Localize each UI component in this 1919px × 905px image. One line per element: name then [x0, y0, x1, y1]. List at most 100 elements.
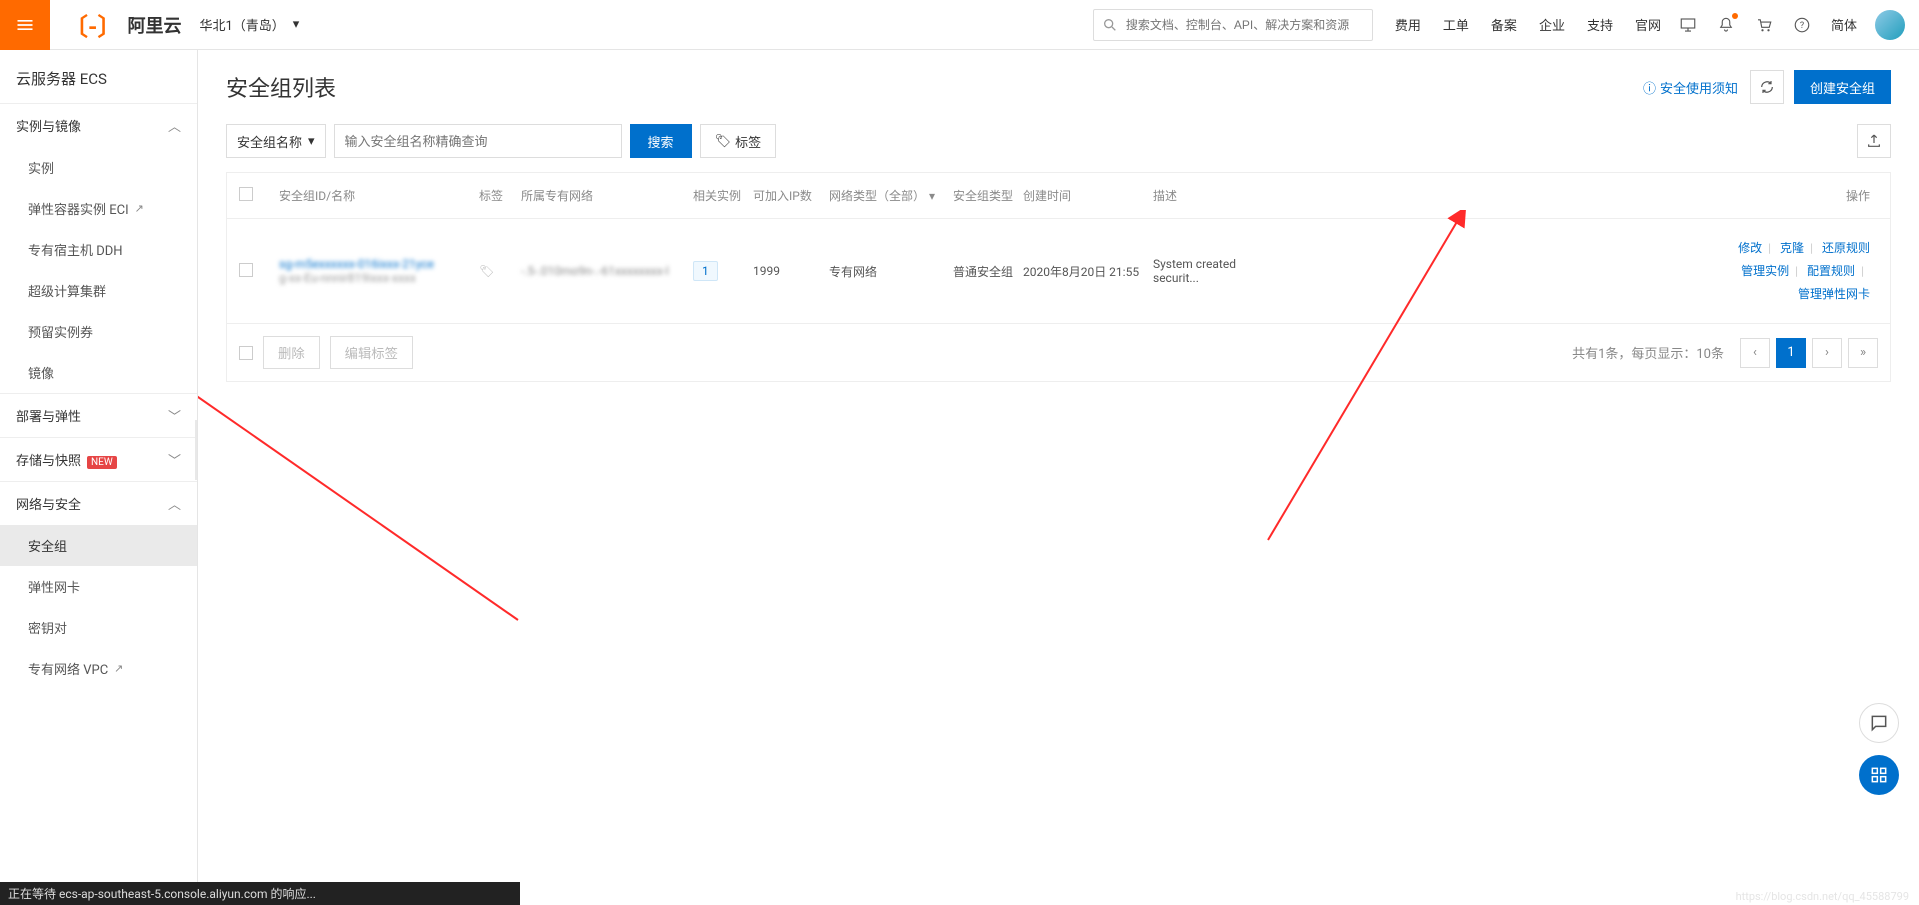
- create-security-group-button[interactable]: 创建安全组: [1794, 70, 1891, 104]
- side-head-instances[interactable]: 实例与镜像 ︿: [0, 104, 197, 147]
- bell-icon[interactable]: [1717, 16, 1735, 34]
- col-tag: 标签: [479, 187, 521, 204]
- op-manage-instance[interactable]: 管理实例: [1741, 264, 1789, 278]
- logo[interactable]: 〔-〕 阿里云: [64, 7, 181, 42]
- nav-beian[interactable]: 备案: [1491, 15, 1517, 34]
- side-item-eni[interactable]: 弹性网卡: [0, 566, 197, 607]
- tag-icon[interactable]: 🏷: [479, 264, 494, 278]
- side-item-label: 镜像: [28, 363, 54, 382]
- side-item-eci[interactable]: 弹性容器实例 ECI↗: [0, 188, 197, 229]
- page-prev[interactable]: ‹: [1740, 338, 1770, 368]
- side-item-label: 弹性容器实例 ECI: [28, 199, 129, 218]
- global-search-input[interactable]: [1126, 10, 1372, 40]
- lang-switch[interactable]: 简体: [1831, 15, 1857, 34]
- side-item-ddh[interactable]: 专有宿主机 DDH: [0, 229, 197, 270]
- export-button[interactable]: [1857, 124, 1891, 158]
- edit-tag-button[interactable]: 编辑标签: [330, 336, 413, 369]
- sg-name: g-xx-Eu-nnnir819ixxx-xxxx: [279, 271, 416, 285]
- side-head-label: 存储与快照NEW: [16, 450, 117, 469]
- search-button[interactable]: 搜索: [630, 124, 692, 158]
- delete-button[interactable]: 删除: [263, 336, 320, 369]
- cart-icon[interactable]: [1755, 16, 1773, 34]
- op-restore[interactable]: 还原规则: [1822, 241, 1870, 255]
- chat-button[interactable]: [1859, 703, 1899, 743]
- help-link[interactable]: ⓘ 安全使用须知: [1643, 78, 1738, 97]
- nav-support[interactable]: 支持: [1587, 15, 1613, 34]
- page-next[interactable]: ›: [1812, 338, 1842, 368]
- export-icon: [1866, 133, 1882, 149]
- col-desc: 描述: [1153, 187, 1283, 204]
- user-avatar[interactable]: [1875, 10, 1905, 40]
- side-item-securitygroup[interactable]: 安全组: [0, 525, 197, 566]
- help-icon[interactable]: ?: [1793, 16, 1811, 34]
- nav-ticket[interactable]: 工单: [1443, 15, 1469, 34]
- nav-fee[interactable]: 费用: [1395, 15, 1421, 34]
- side-head-deploy[interactable]: 部署与弹性 ﹀: [0, 394, 197, 437]
- footer-select-all-checkbox[interactable]: [239, 346, 253, 360]
- svg-text:?: ?: [1800, 21, 1804, 31]
- sort-icon: ▾: [929, 189, 935, 203]
- select-all-checkbox[interactable]: [239, 187, 253, 201]
- ctime-value: 2020年8月20日 21:55: [1023, 263, 1153, 280]
- side-head-label: 部署与弹性: [16, 406, 81, 425]
- table-header: 安全组ID/名称 标签 所属专有网络 相关实例 可加入IP数 网络类型（全部）▾…: [227, 173, 1890, 219]
- watermark: https://blog.csdn.net/qq_45588799: [1736, 890, 1909, 903]
- help-label: 安全使用须知: [1660, 78, 1738, 97]
- col-grouptype: 安全组类型: [953, 187, 1023, 204]
- chevron-down-icon: ﹀: [168, 450, 181, 469]
- tag-filter-button[interactable]: 🏷 标签: [700, 124, 777, 158]
- row-checkbox[interactable]: [239, 263, 253, 277]
- side-item-label: 专有网络 VPC: [28, 659, 108, 678]
- chevron-up-icon: ︿: [168, 494, 181, 513]
- op-modify[interactable]: 修改: [1738, 241, 1762, 255]
- col-ops: 操作: [1283, 187, 1878, 204]
- side-head-storage[interactable]: 存储与快照NEW ﹀: [0, 438, 197, 481]
- side-head-label: 实例与镜像: [16, 116, 81, 135]
- desc-value: System created securit...: [1153, 257, 1283, 285]
- side-item-reserved[interactable]: 预留实例券: [0, 311, 197, 352]
- refresh-button[interactable]: [1750, 70, 1784, 104]
- external-link-icon: ↗: [114, 662, 123, 675]
- logo-bracket-icon: 〔-〕: [64, 7, 121, 42]
- side-item-vpc[interactable]: 专有网络 VPC ↗: [0, 648, 197, 689]
- side-item-supercluster[interactable]: 超级计算集群: [0, 270, 197, 311]
- chevron-down-icon: ﹀: [168, 406, 181, 425]
- monitor-icon[interactable]: [1679, 16, 1697, 34]
- nav-site[interactable]: 官网: [1635, 15, 1661, 34]
- nettype-value: 专有网络: [829, 263, 953, 280]
- filter-input[interactable]: [334, 124, 622, 158]
- browser-status-bar: 正在等待 ecs-ap-southeast-5.console.aliyun.c…: [0, 882, 520, 905]
- top-icons: ? 简体: [1679, 15, 1857, 34]
- hamburger-menu[interactable]: [0, 0, 50, 50]
- sg-id-link[interactable]: sg-m5exxxxxx-016ixxx-21yce: [279, 257, 434, 271]
- global-search[interactable]: [1093, 9, 1373, 41]
- side-item-label: 密钥对: [28, 618, 67, 637]
- side-head-label: 网络与安全: [16, 494, 81, 513]
- filter-type-label: 安全组名称: [237, 132, 302, 151]
- table-row: sg-m5exxxxxx-016ixxx-21yce g-xx-Eu-nnnir…: [227, 219, 1890, 324]
- op-clone[interactable]: 克隆: [1780, 241, 1804, 255]
- page-1[interactable]: 1: [1776, 338, 1806, 368]
- caret-down-icon: ▾: [293, 17, 300, 32]
- apps-button[interactable]: [1859, 755, 1899, 795]
- vpc-link[interactable]: -.5-.010mo9n-.-61xxxxxxxx-l: [521, 264, 669, 278]
- security-group-table: 安全组ID/名称 标签 所属专有网络 相关实例 可加入IP数 网络类型（全部）▾…: [226, 172, 1891, 382]
- region-selector[interactable]: 华北1（青岛） ▾: [199, 15, 299, 34]
- nav-enterprise[interactable]: 企业: [1539, 15, 1565, 34]
- filter-type-select[interactable]: 安全组名称 ▾: [226, 124, 326, 158]
- op-manage-eni[interactable]: 管理弹性网卡: [1798, 287, 1870, 301]
- page-last[interactable]: »: [1848, 338, 1878, 368]
- op-config-rule[interactable]: 配置规则: [1807, 264, 1855, 278]
- side-item-instance[interactable]: 实例: [0, 147, 197, 188]
- new-badge: NEW: [87, 456, 117, 469]
- related-instance-count[interactable]: 1: [693, 261, 718, 281]
- tag-icon: 🏷: [715, 134, 732, 149]
- side-head-network[interactable]: 网络与安全 ︿: [0, 482, 197, 525]
- side-item-keypair[interactable]: 密钥对: [0, 607, 197, 648]
- col-nettype[interactable]: 网络类型（全部）▾: [829, 187, 953, 204]
- page-header: 安全组列表 ⓘ 安全使用须知 创建安全组: [226, 70, 1891, 104]
- col-id: 安全组ID/名称: [279, 187, 479, 204]
- region-label: 华北1（青岛）: [199, 15, 284, 34]
- side-item-image[interactable]: 镜像: [0, 352, 197, 393]
- search-icon: [1102, 17, 1118, 33]
